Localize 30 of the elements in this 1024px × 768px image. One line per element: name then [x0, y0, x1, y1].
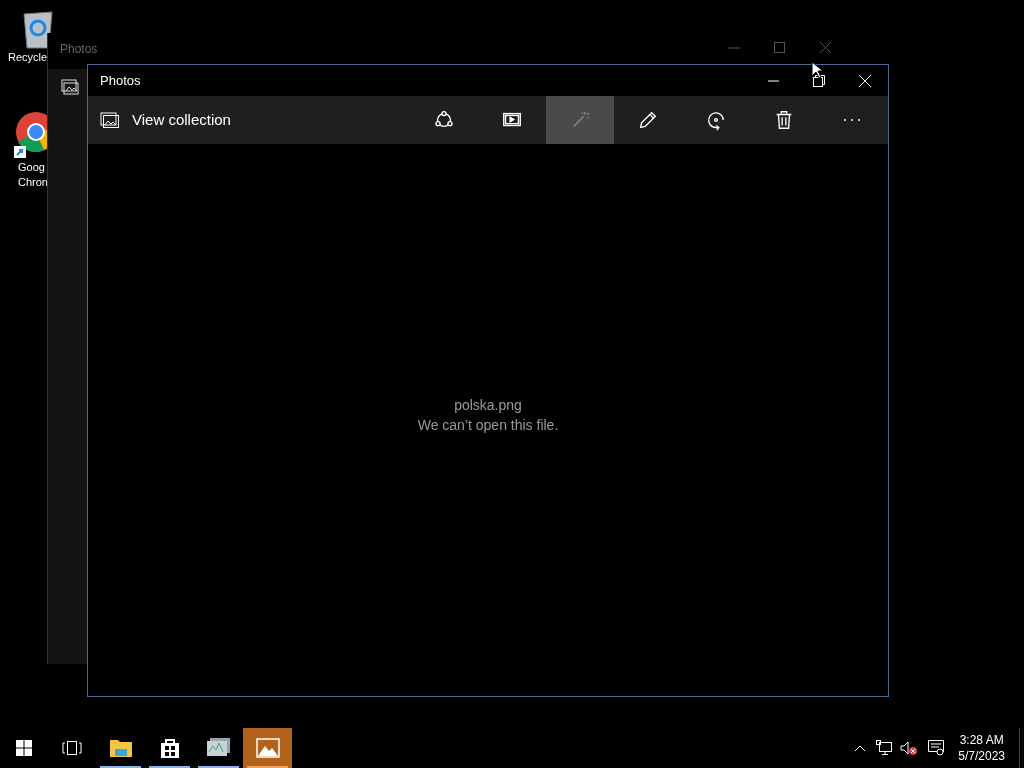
clock-time[interactable]: 3:28 AM — [959, 732, 1004, 748]
mountain-picture-icon — [255, 738, 280, 758]
file-name: polska.png — [454, 396, 522, 415]
monitor-icon — [205, 737, 232, 759]
clock-date[interactable]: 5/7/2023 — [958, 748, 1005, 764]
window-title: Photos — [100, 71, 141, 90]
rotate-icon — [705, 109, 727, 131]
pencil-icon — [637, 109, 659, 131]
error-message: We can’t open this file. — [417, 416, 559, 435]
view-collection-button[interactable]: View collection — [100, 108, 231, 132]
close-icon — [859, 74, 871, 87]
restore-icon — [813, 74, 825, 87]
chevron-up-icon[interactable] — [854, 744, 867, 752]
network-icon[interactable] — [876, 740, 893, 756]
shopping-bag-icon — [158, 737, 181, 759]
desktop-icon-label: Chron — [18, 175, 48, 190]
minimize-icon — [767, 79, 779, 82]
folder-icon — [108, 738, 133, 758]
desktop-icon-label: Recycle — [8, 50, 48, 65]
photos-collection-icon — [100, 111, 120, 129]
maximize-icon — [774, 42, 785, 53]
close-icon — [820, 42, 831, 53]
windows-logo-icon — [16, 740, 32, 756]
notification-icon[interactable] — [928, 740, 945, 756]
muted-speaker-icon[interactable] — [900, 740, 919, 756]
task-view-icon — [62, 741, 82, 755]
window-title: Photos — [60, 41, 98, 58]
minimize-icon — [728, 47, 740, 49]
desktop-icon-label: Goog — [18, 160, 45, 175]
photos-collection-icon — [61, 79, 79, 95]
